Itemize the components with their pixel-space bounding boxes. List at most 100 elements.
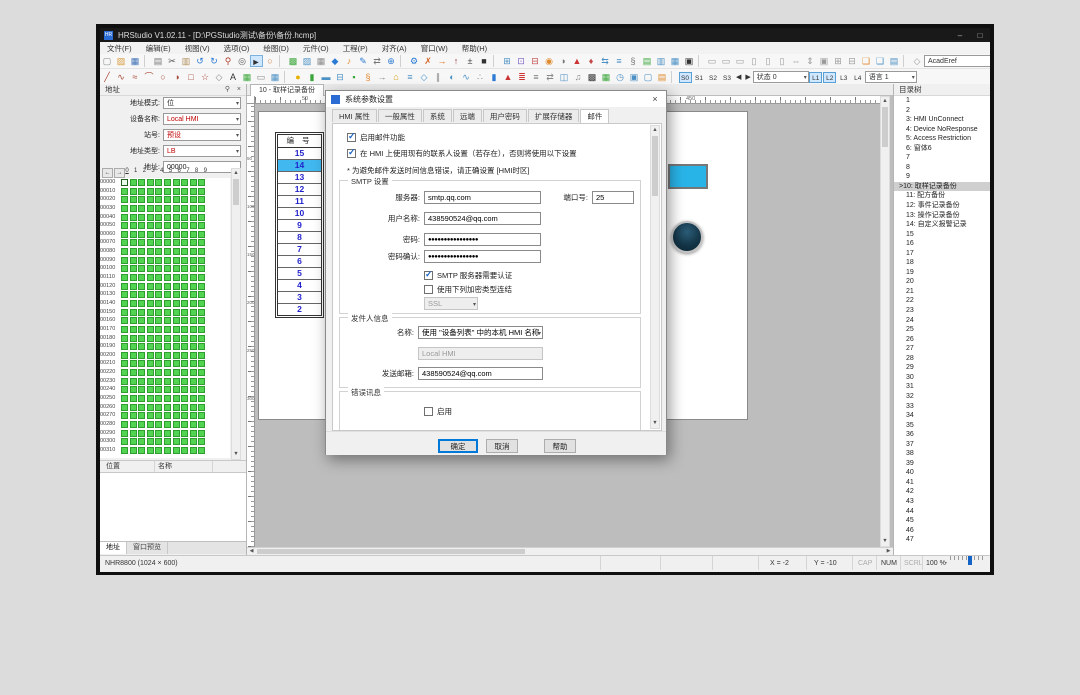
event-list-icon[interactable]: ≡	[613, 55, 626, 67]
ok-button[interactable]: 确定	[438, 439, 478, 453]
address-bit-cell[interactable]	[155, 360, 162, 367]
redo-icon[interactable]: ↻	[208, 55, 221, 67]
address-bit-cell[interactable]	[130, 378, 137, 385]
address-bit-cell[interactable]	[121, 343, 128, 350]
address-bit-cell[interactable]	[138, 309, 145, 316]
window-delete-icon[interactable]: ⊟	[529, 55, 542, 67]
same-height-icon[interactable]: ⇕	[804, 55, 817, 67]
state-s1-button[interactable]: S1	[693, 72, 706, 83]
address-bit-cell[interactable]	[198, 386, 205, 393]
find-icon[interactable]: ◎	[236, 55, 249, 67]
address-bit-cell[interactable]	[181, 412, 188, 419]
address-bit-cell[interactable]	[181, 283, 188, 290]
address-bit-cell[interactable]	[190, 300, 197, 307]
address-bit-cell[interactable]	[190, 317, 197, 324]
set-word-icon[interactable]: ⌂	[390, 71, 403, 83]
address-bit-cell[interactable]	[138, 421, 145, 428]
zoom-slider[interactable]	[950, 556, 986, 564]
address-bit-cell[interactable]	[173, 386, 180, 393]
address-bit-cell[interactable]	[198, 352, 205, 359]
settings-gear-icon[interactable]: ⚙	[408, 55, 421, 67]
address-bit-cell[interactable]	[173, 309, 180, 316]
address-bit-cell[interactable]	[155, 274, 162, 281]
copy-icon[interactable]: ▤	[152, 55, 165, 67]
address-bit-cell[interactable]	[155, 343, 162, 350]
checkbox-checked-icon[interactable]	[424, 271, 433, 280]
address-bit-cell[interactable]	[198, 231, 205, 238]
address-bit-cell[interactable]	[198, 369, 205, 376]
checkbox-checked-icon[interactable]	[347, 149, 356, 158]
dialog-tab-扩展存储器[interactable]: 扩展存储器	[528, 109, 580, 122]
address-bit-cell[interactable]	[147, 274, 154, 281]
address-bit-cell[interactable]	[173, 412, 180, 419]
station-combo[interactable]: 预设▾	[163, 129, 241, 141]
enable-mail-row[interactable]: 启用邮件功能	[347, 132, 405, 143]
maximize-button[interactable]: □	[970, 31, 990, 40]
address-bit-cell[interactable]	[121, 335, 128, 342]
address-bit-cell[interactable]	[147, 386, 154, 393]
address-bit-cell[interactable]	[130, 352, 137, 359]
menu-item-1[interactable]: 编辑(E)	[139, 43, 178, 54]
address-bit-cell[interactable]	[138, 196, 145, 203]
address-bit-cell[interactable]	[198, 378, 205, 385]
address-bit-cell[interactable]	[130, 291, 137, 298]
error-enable-row[interactable]: 启用	[424, 406, 452, 417]
address-bit-cell[interactable]	[164, 291, 171, 298]
address-bit-cell[interactable]	[164, 360, 171, 367]
address-bit-cell[interactable]	[130, 369, 137, 376]
address-bit-cell[interactable]	[155, 335, 162, 342]
tree-item[interactable]: 1	[894, 96, 990, 106]
address-bit-cell[interactable]	[164, 265, 171, 272]
address-bit-cell[interactable]	[155, 231, 162, 238]
grid-tool-icon[interactable]: ▦	[269, 71, 282, 83]
rect-tool-icon[interactable]: □	[185, 71, 198, 83]
address-bit-cell[interactable]	[181, 386, 188, 393]
ascii-display-icon[interactable]: ⊟	[334, 71, 347, 83]
bar-graph-icon[interactable]: ▮	[488, 71, 501, 83]
address-bit-cell[interactable]	[190, 378, 197, 385]
device-name-combo[interactable]: Local HMI▾	[163, 113, 241, 125]
address-bit-cell[interactable]	[138, 326, 145, 333]
address-bit-cell[interactable]	[138, 283, 145, 290]
address-bit-cell[interactable]	[181, 300, 188, 307]
smtp-password-input[interactable]: ●●●●●●●●●●●●●●●●	[424, 233, 541, 246]
group-icon[interactable]: ⊞	[832, 55, 845, 67]
address-bit-cell[interactable]	[155, 378, 162, 385]
round-button-widget[interactable]	[671, 221, 703, 253]
address-bit-cell[interactable]	[147, 438, 154, 445]
address-bit-cell[interactable]	[198, 412, 205, 419]
undo-icon[interactable]: ↺	[194, 55, 207, 67]
address-bit-cell[interactable]	[173, 378, 180, 385]
address-bit-cell[interactable]	[147, 205, 154, 212]
tree-item[interactable]: 20	[894, 277, 990, 287]
address-bit-cell[interactable]	[181, 352, 188, 359]
tree-item[interactable]: 35	[894, 421, 990, 431]
address-bit-cell[interactable]	[198, 257, 205, 264]
menu-item-3[interactable]: 选项(O)	[217, 43, 257, 54]
address-bit-cell[interactable]	[155, 248, 162, 255]
address-bit-cell[interactable]	[155, 239, 162, 246]
address-bit-cell[interactable]	[181, 214, 188, 221]
address-bit-cell[interactable]	[198, 196, 205, 203]
address-bit-cell[interactable]	[190, 274, 197, 281]
tools-icon[interactable]: ✗	[422, 55, 435, 67]
address-bit-cell[interactable]	[198, 283, 205, 290]
tree-item[interactable]: 24	[894, 316, 990, 326]
address-bit-cell[interactable]	[147, 360, 154, 367]
address-bit-cell[interactable]	[198, 309, 205, 316]
address-bit-cell[interactable]	[173, 196, 180, 203]
tree-item[interactable]: 8	[894, 163, 990, 173]
tree-item[interactable]: 6: 窗体6	[894, 144, 990, 154]
cancel-button[interactable]: 取消	[486, 439, 518, 453]
address-bit-cell[interactable]	[138, 386, 145, 393]
help-button[interactable]: 帮助	[544, 439, 576, 453]
address-bit-cell[interactable]	[190, 291, 197, 298]
ssl-combo[interactable]: SSL▾	[424, 297, 478, 310]
set-bit-icon[interactable]: →	[376, 71, 389, 83]
address-bit-cell[interactable]	[173, 352, 180, 359]
tree-item[interactable]: 9	[894, 172, 990, 182]
dialog-tab-系统[interactable]: 系统	[423, 109, 452, 122]
address-bit-cell[interactable]	[155, 412, 162, 419]
address-bit-cell[interactable]	[130, 335, 137, 342]
address-bit-cell[interactable]	[190, 352, 197, 359]
